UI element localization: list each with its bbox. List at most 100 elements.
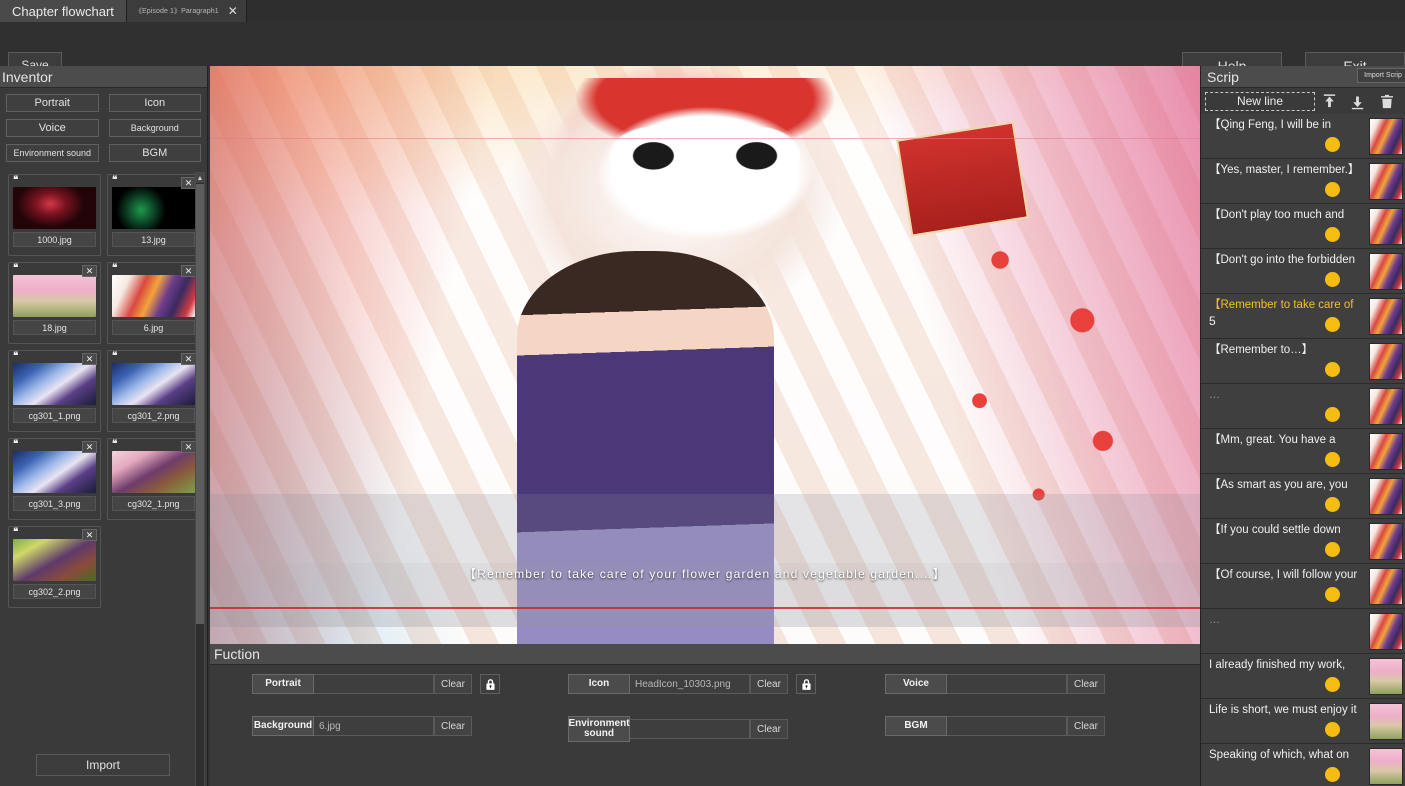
script-line-item[interactable]: 【Qing Feng, I will be in xyxy=(1201,114,1405,159)
script-line-item[interactable]: 【Don't play too much and xyxy=(1201,204,1405,249)
script-line-status-dot[interactable] xyxy=(1325,452,1340,467)
category-button-icon[interactable]: Icon xyxy=(109,94,202,112)
clear-button[interactable]: Clear xyxy=(1067,716,1105,736)
clear-button[interactable]: Clear xyxy=(1067,674,1105,694)
script-line-item[interactable]: Speaking of which, what on xyxy=(1201,744,1405,786)
asset-card[interactable]: ❝✕cg301_3.png xyxy=(8,438,101,520)
function-value-field[interactable] xyxy=(630,719,750,739)
tab-episode-paragraph[interactable]: 《Episode 1》Paragraph1 ✕ xyxy=(127,0,247,22)
scrollbar-thumb[interactable] xyxy=(196,184,204,624)
remove-asset-icon[interactable]: ✕ xyxy=(82,441,97,453)
clear-button[interactable]: Clear xyxy=(750,674,788,694)
quote-icon: ❝ xyxy=(112,176,116,186)
category-button-environment-sound[interactable]: Environment sound xyxy=(6,144,99,162)
category-button-background[interactable]: Background xyxy=(109,119,202,137)
function-title: Fuction xyxy=(210,644,1200,665)
script-line-item[interactable]: I already finished my work, xyxy=(1201,654,1405,699)
remove-asset-icon[interactable]: ✕ xyxy=(82,353,97,365)
inventor-category-buttons: Portrait Icon Voice Background Environment s… xyxy=(0,88,207,166)
script-line-status-dot[interactable] xyxy=(1325,182,1340,197)
remove-asset-icon[interactable]: ✕ xyxy=(181,441,196,453)
close-icon[interactable]: ✕ xyxy=(228,5,238,17)
function-label-environment-sound[interactable]: Environmentsound xyxy=(568,716,630,742)
asset-card[interactable]: ❝✕cg301_1.png xyxy=(8,350,101,432)
script-line-text: 【If you could settle down xyxy=(1209,523,1365,537)
asset-thumbnail xyxy=(13,451,96,493)
script-line-text: 【Remember to take care of xyxy=(1209,298,1365,312)
script-line-status-dot[interactable] xyxy=(1325,542,1340,557)
move-down-icon[interactable] xyxy=(1344,89,1373,113)
function-value-field[interactable] xyxy=(947,674,1067,694)
remove-asset-icon[interactable]: ✕ xyxy=(181,353,196,365)
asset-card[interactable]: ❝✕cg301_2.png xyxy=(107,350,200,432)
script-line-status-dot[interactable] xyxy=(1325,317,1340,332)
lion-dance-head-art xyxy=(576,78,833,251)
script-line-status-dot[interactable] xyxy=(1325,587,1340,602)
category-button-bgm[interactable]: BGM xyxy=(109,144,202,162)
script-line-text: 【As smart as you are, you xyxy=(1209,478,1365,492)
lock-icon[interactable] xyxy=(796,674,816,694)
function-label-icon[interactable]: Icon xyxy=(568,674,630,694)
asset-card[interactable]: ❝✕cg302_1.png xyxy=(107,438,200,520)
script-line-list[interactable]: 【Qing Feng, I will be in【Yes, master, I … xyxy=(1201,114,1405,786)
tab-chapter-flowchart[interactable]: Chapter flowchart xyxy=(0,0,127,22)
inventor-asset-scroll[interactable]: ❝1000.jpg❝✕13.jpg❝✕18.jpg❝✕6.jpg❝✕cg301_… xyxy=(0,170,208,786)
category-button-portrait[interactable]: Portrait xyxy=(6,94,99,112)
script-line-status-dot[interactable] xyxy=(1325,227,1340,242)
quote-icon: ❝ xyxy=(13,440,17,450)
clear-button[interactable]: Clear xyxy=(434,674,472,694)
remove-asset-icon[interactable]: ✕ xyxy=(181,177,196,189)
new-line-button[interactable]: New line xyxy=(1205,92,1315,111)
script-line-status-dot[interactable] xyxy=(1325,767,1340,782)
asset-card[interactable]: ❝✕18.jpg xyxy=(8,262,101,344)
function-label-portrait[interactable]: Portrait xyxy=(252,674,314,694)
flowers-art xyxy=(923,193,1180,528)
asset-card[interactable]: ❝✕cg302_2.png xyxy=(8,526,101,608)
script-line-status-dot[interactable] xyxy=(1325,497,1340,512)
scroll-up-arrow-icon[interactable]: ▲ xyxy=(196,173,204,183)
asset-card[interactable]: ❝✕6.jpg xyxy=(107,262,200,344)
clear-button[interactable]: Clear xyxy=(750,719,788,739)
script-line-status-dot[interactable] xyxy=(1325,362,1340,377)
asset-card[interactable]: ❝✕13.jpg xyxy=(107,174,200,256)
script-line-item[interactable]: … xyxy=(1201,384,1405,429)
remove-asset-icon[interactable]: ✕ xyxy=(82,529,97,541)
script-line-item[interactable]: 【Don't go into the forbidden xyxy=(1201,249,1405,294)
remove-asset-icon[interactable]: ✕ xyxy=(181,265,196,277)
script-line-item[interactable]: 【If you could settle down xyxy=(1201,519,1405,564)
script-line-item[interactable]: 【Remember to…】 xyxy=(1201,339,1405,384)
function-value-field[interactable]: 6.jpg xyxy=(314,716,434,736)
function-value-field[interactable] xyxy=(314,674,434,694)
script-line-status-dot[interactable] xyxy=(1325,137,1340,152)
inventor-scrollbar[interactable]: ▲ ▼ xyxy=(195,172,205,786)
script-line-item[interactable]: 【Of course, I will follow your xyxy=(1201,564,1405,609)
script-line-item[interactable]: 【Yes, master, I remember.】 xyxy=(1201,159,1405,204)
script-line-status-dot[interactable] xyxy=(1325,722,1340,737)
move-up-icon[interactable] xyxy=(1315,89,1344,113)
script-line-status-dot[interactable] xyxy=(1325,272,1340,287)
script-line-status-dot[interactable] xyxy=(1325,407,1340,422)
asset-card[interactable]: ❝1000.jpg xyxy=(8,174,101,256)
clear-button[interactable]: Clear xyxy=(434,716,472,736)
scene-preview[interactable]: 【Remember to take care of your flower ga… xyxy=(210,66,1200,644)
script-line-item[interactable]: … xyxy=(1201,609,1405,654)
script-line-thumbnail xyxy=(1369,523,1403,560)
tab-label: 《Episode 1》Paragraph1 xyxy=(135,6,219,16)
import-button[interactable]: Import xyxy=(36,754,170,776)
function-label-background[interactable]: Background xyxy=(252,716,314,736)
trash-icon[interactable] xyxy=(1372,89,1401,113)
script-line-item[interactable]: 【Remember to take care of5 xyxy=(1201,294,1405,339)
script-line-item[interactable]: Life is short, we must enjoy it xyxy=(1201,699,1405,744)
script-line-item[interactable]: 【As smart as you are, you xyxy=(1201,474,1405,519)
function-label-voice[interactable]: Voice xyxy=(885,674,947,694)
lock-icon[interactable] xyxy=(480,674,500,694)
script-line-thumbnail xyxy=(1369,748,1403,785)
script-line-item[interactable]: 【Mm, great. You have a xyxy=(1201,429,1405,474)
function-value-field[interactable] xyxy=(947,716,1067,736)
remove-asset-icon[interactable]: ✕ xyxy=(82,265,97,277)
import-script-button[interactable]: Import Scrip xyxy=(1357,68,1405,83)
category-button-voice[interactable]: Voice xyxy=(6,119,99,137)
function-value-field[interactable]: HeadIcon_10303.png xyxy=(630,674,750,694)
script-line-status-dot[interactable] xyxy=(1325,677,1340,692)
function-label-bgm[interactable]: BGM xyxy=(885,716,947,736)
